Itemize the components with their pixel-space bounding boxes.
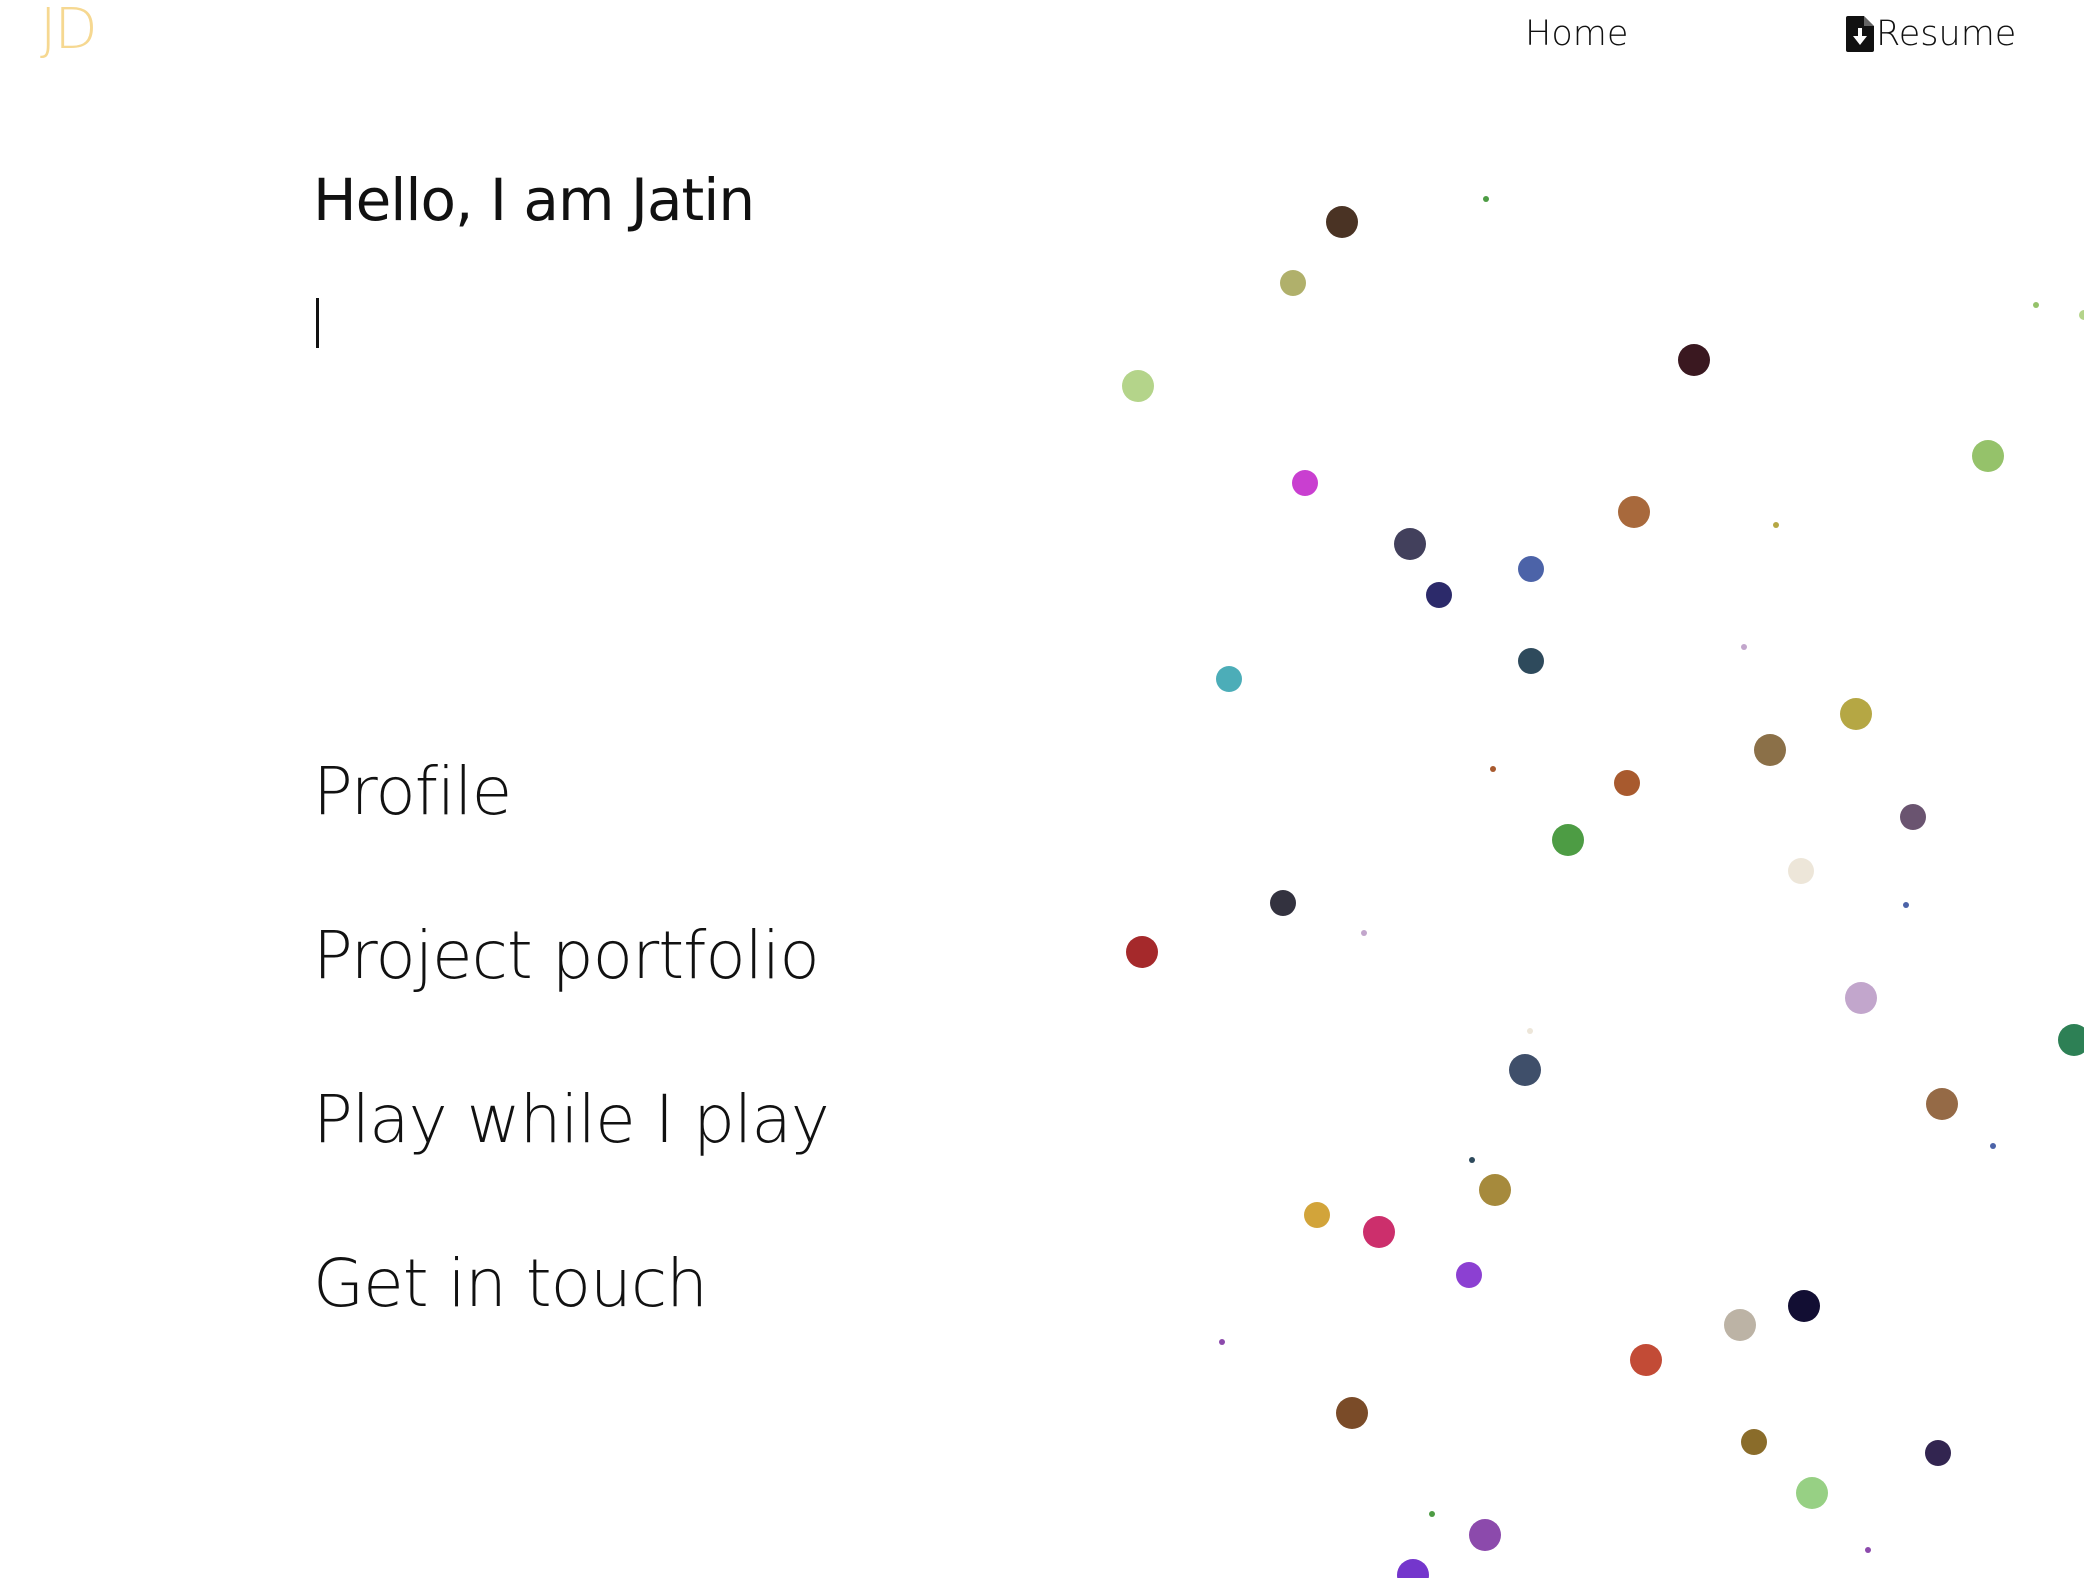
particle-dot (1527, 1028, 1533, 1034)
particle-dot (1741, 1429, 1767, 1455)
particle-dot (1903, 902, 1909, 908)
particle-dot (1326, 206, 1358, 238)
particle-dot (1741, 644, 1747, 650)
nav-home-link[interactable]: Home (1525, 10, 1628, 58)
particle-dot (1216, 666, 1242, 692)
particle-dot (1630, 1344, 1662, 1376)
particle-dot (1552, 824, 1584, 856)
particle-dot (1754, 734, 1786, 766)
particle-dot (1724, 1309, 1756, 1341)
particle-dot (1397, 1559, 1429, 1578)
menu-item-profile[interactable]: Profile (313, 752, 829, 916)
particle-dot (1469, 1157, 1475, 1163)
menu-item-play-while-i-play[interactable]: Play while I play (313, 1080, 830, 1244)
particle-dot (1773, 522, 1779, 528)
particle-dot (1304, 1202, 1330, 1228)
particle-dot (1788, 858, 1814, 884)
particle-dot (1925, 1440, 1951, 1466)
particle-dot (1483, 196, 1489, 202)
nav-resume-link[interactable]: Resume (1846, 10, 2016, 58)
particle-dot (2033, 302, 2039, 308)
particle-dot (1361, 930, 1367, 936)
particle-dot (1509, 1054, 1541, 1086)
hero-greeting: Hello, I am Jatin (313, 166, 755, 234)
particle-dot (1518, 556, 1544, 582)
particle-dot (1840, 698, 1872, 730)
particle-dot (1865, 1547, 1871, 1553)
particle-dot (1788, 1290, 1820, 1322)
particle-dot (1900, 804, 1926, 830)
menu-item-project-portfolio[interactable]: Project portfolio (313, 916, 829, 1080)
particle-dot (1394, 528, 1426, 560)
particle-dot (1845, 982, 1877, 1014)
menu-item-get-in-touch[interactable]: Get in touch (313, 1244, 829, 1408)
resume-label: Resume (1876, 14, 2017, 54)
particle-dot (1219, 1339, 1225, 1345)
particle-dot (1990, 1143, 1996, 1149)
page: JD Home Resume Hello, I am Jatin Profile… (0, 0, 2084, 1578)
particle-dot (1972, 440, 2004, 472)
particle-dot (1614, 770, 1640, 796)
particle-dot (1796, 1477, 1828, 1509)
logo[interactable]: JD (40, 0, 98, 60)
particle-dot (1479, 1174, 1511, 1206)
particle-dot (2079, 310, 2084, 320)
particle-dot (1292, 470, 1318, 496)
particle-dot (1280, 270, 1306, 296)
particle-dot (1469, 1519, 1501, 1551)
particle-dot (1518, 648, 1544, 674)
typing-cursor (316, 298, 319, 348)
particle-dot (1926, 1088, 1958, 1120)
particle-dot (1126, 936, 1158, 968)
particle-dot (1270, 890, 1296, 916)
particle-dot (1122, 370, 1154, 402)
particle-dot (1429, 1511, 1435, 1517)
file-download-icon (1846, 16, 1874, 52)
particle-dot (1618, 496, 1650, 528)
particle-dot (1456, 1262, 1482, 1288)
main-menu: Profile Project portfolio Play while I p… (313, 752, 830, 1408)
particle-dot (1426, 582, 1452, 608)
particle-dot (2058, 1024, 2084, 1056)
particle-dot (1336, 1397, 1368, 1429)
particle-dot (1490, 766, 1496, 772)
particle-dot (1363, 1216, 1395, 1248)
particle-dot (1678, 344, 1710, 376)
